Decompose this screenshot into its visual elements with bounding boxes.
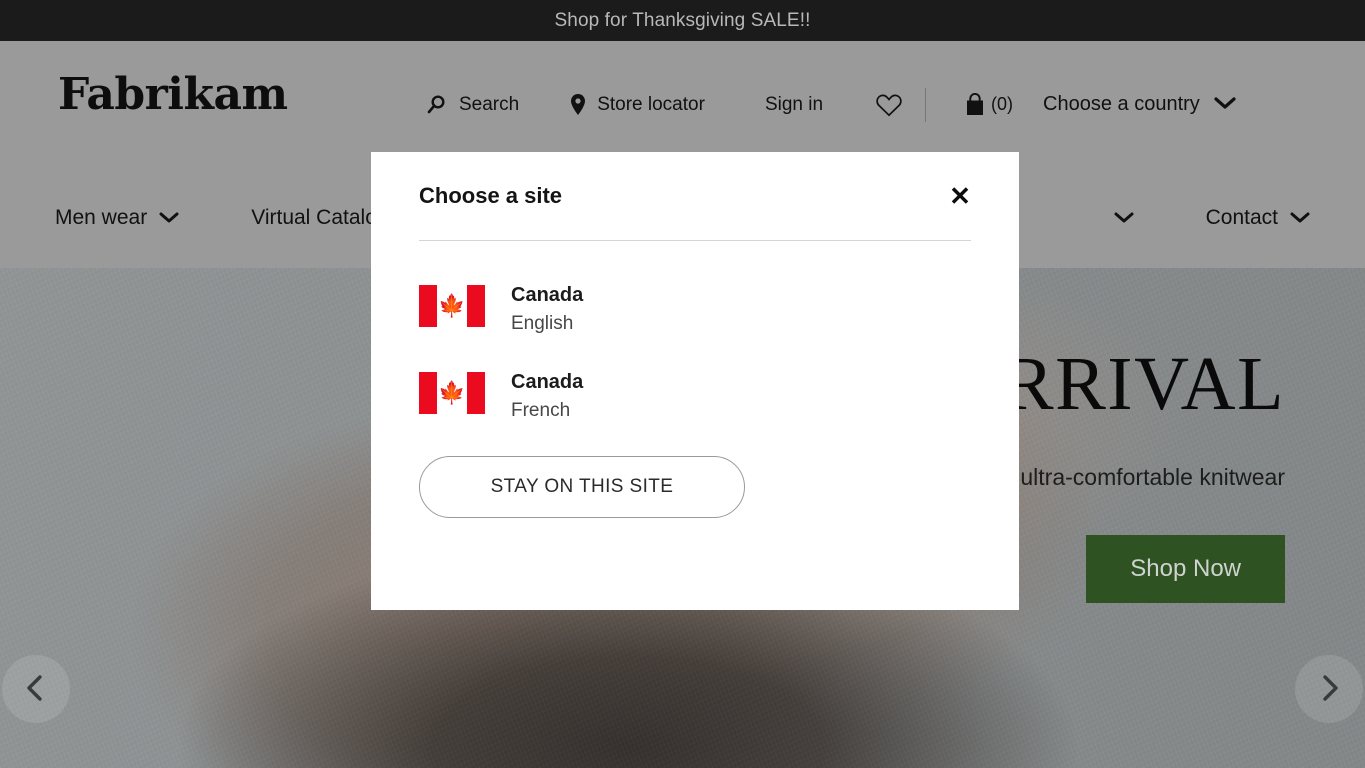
choose-site-modal: Choose a site ✕ 🍁 Canada English 🍁 Canad… [371, 152, 1019, 610]
sign-in-label: Sign in [764, 93, 824, 115]
stay-on-this-site-button[interactable]: STAY ON THIS SITE [419, 456, 745, 519]
header-utility-nav: Search Store locator Sign in (0) Choose … [425, 41, 1310, 168]
nav-item-men-wear[interactable]: Men wear [55, 206, 179, 230]
close-icon[interactable]: ✕ [943, 179, 977, 213]
site-option-country: Canada [511, 370, 584, 393]
canada-flag-icon: 🍁 [419, 371, 485, 414]
shopping-bag-button[interactable]: (0) [964, 92, 1014, 117]
country-selector[interactable]: Choose a country [1043, 93, 1236, 116]
maple-leaf-icon: 🍁 [438, 379, 466, 405]
site-option-canada-english[interactable]: 🍁 Canada English [419, 283, 583, 338]
nav-item-label: Men wear [55, 206, 148, 229]
chevron-down-icon [1214, 93, 1236, 116]
search-icon [425, 94, 447, 116]
promo-banner-text: Shop for Thanksgiving SALE!! [554, 9, 811, 31]
flag-band-left [419, 371, 437, 414]
canada-flag-icon: 🍁 [419, 285, 485, 327]
maple-leaf-icon: 🍁 [438, 293, 466, 318]
search-button[interactable]: Search [425, 94, 519, 116]
wishlist-button[interactable] [875, 92, 903, 118]
modal-header: Choose a site ✕ [405, 152, 985, 240]
modal-divider [419, 240, 971, 241]
chevron-down-icon [1114, 206, 1134, 230]
site-option-canada-french[interactable]: 🍁 Canada French [419, 370, 583, 425]
chevron-right-icon [1316, 673, 1342, 706]
flag-band-left [419, 285, 437, 327]
shopping-bag-icon [964, 92, 986, 117]
brand-logo[interactable]: Fabrikam [58, 73, 288, 117]
sign-in-link[interactable]: Sign in [765, 94, 823, 116]
chevron-down-icon [1290, 206, 1310, 230]
site-option-list: 🍁 Canada English 🍁 Canada French STAY ON… [405, 283, 985, 519]
heart-icon [875, 92, 903, 118]
header-top-row: Fabrikam Search Store locator Sign in (0… [0, 41, 1365, 168]
store-locator-button[interactable]: Store locator [569, 93, 705, 117]
site-option-labels: Canada French [511, 370, 583, 425]
chevron-left-icon [23, 673, 49, 706]
flag-band-right [467, 285, 485, 327]
location-pin-icon [569, 93, 587, 117]
page-root: Shop for Thanksgiving SALE!! Fabrikam Se… [0, 0, 1365, 768]
site-option-country: Canada [511, 284, 584, 306]
nav-item-label: Contact [1205, 206, 1278, 229]
nav-item-hidden[interactable] [1102, 206, 1134, 230]
site-option-labels: Canada English [511, 283, 583, 338]
carousel-prev-button[interactable] [2, 655, 70, 723]
flag-band-right [467, 371, 485, 414]
site-option-language: English [511, 313, 574, 334]
site-option-language: French [511, 399, 571, 421]
bag-count-label: (0) [991, 94, 1014, 114]
shop-now-button[interactable]: Shop Now [1086, 535, 1285, 603]
search-label: Search [459, 93, 520, 115]
country-selector-label: Choose a country [1043, 93, 1200, 115]
chevron-down-icon [159, 206, 179, 230]
promo-banner: Shop for Thanksgiving SALE!! [0, 0, 1365, 41]
carousel-next-button[interactable] [1295, 655, 1363, 723]
nav-item-label: Virtual Catalog [251, 206, 389, 229]
store-locator-label: Store locator [597, 93, 705, 115]
header-divider [925, 87, 927, 122]
nav-item-contact[interactable]: Contact [1206, 206, 1310, 230]
modal-title: Choose a site [419, 183, 563, 208]
